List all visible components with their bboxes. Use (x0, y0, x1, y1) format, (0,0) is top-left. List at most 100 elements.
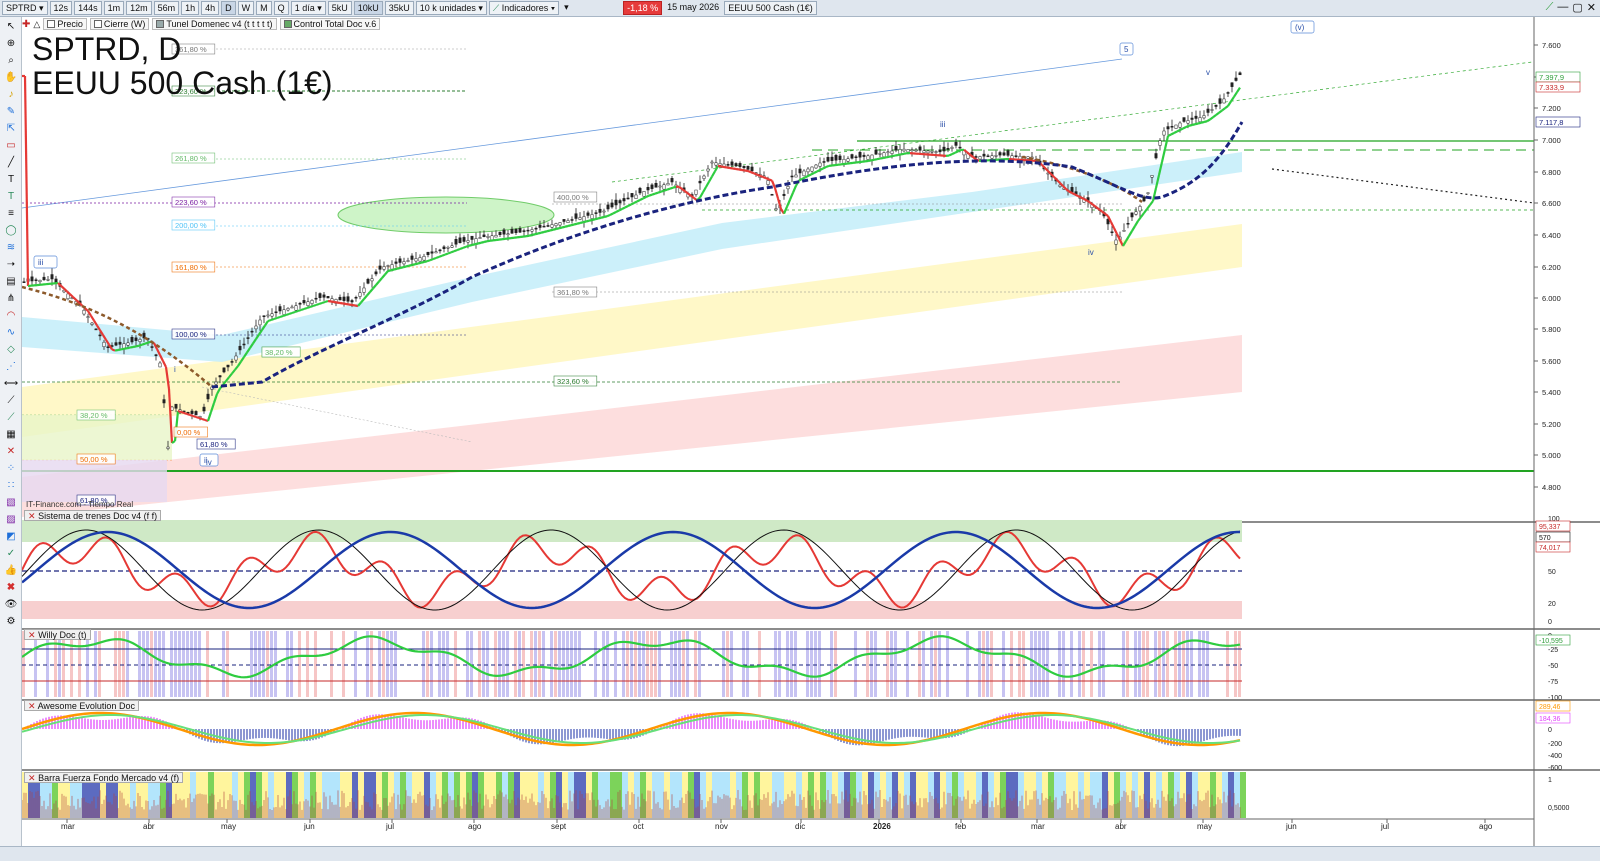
zoom-icon[interactable]: ⊕ (3, 37, 19, 51)
fast-ma (432, 256, 437, 261)
channel-icon[interactable]: ≋ (3, 241, 19, 255)
panel-title-awesome[interactable]: ✕ Awesome Evolution Doc (24, 700, 139, 711)
barra-bar (1102, 772, 1108, 818)
candle-body (414, 258, 418, 262)
bell-icon[interactable]: ♪ (3, 88, 19, 102)
unit-35k[interactable]: 35kU (384, 1, 414, 15)
fast-ma (714, 165, 719, 172)
curve-icon[interactable]: ∿ (3, 326, 19, 340)
fast-ma (747, 169, 752, 174)
arc-icon[interactable]: ◠ (3, 309, 19, 323)
fast-ma (393, 267, 398, 271)
measure-icon[interactable]: ⟷ (3, 377, 19, 391)
magnify-icon[interactable]: ⌕ (3, 54, 19, 68)
unit-select[interactable]: 10 k unidades ▾ (415, 1, 487, 15)
shape-icon[interactable]: ◇ (3, 343, 19, 357)
candle-body (1186, 120, 1190, 124)
candle-body (338, 296, 342, 301)
fib-label: 100,00 % (171, 328, 216, 340)
dots-icon[interactable]: ∷ (3, 479, 19, 493)
select-icon[interactable]: ⇱ (3, 122, 19, 136)
settings-icon[interactable]: ⚙ (3, 615, 19, 629)
fast-ma (776, 198, 783, 210)
green-trendline (611, 61, 1533, 183)
fast-ma (387, 269, 392, 273)
fast-ma (768, 178, 773, 182)
style-select[interactable]: ▾ (561, 1, 621, 15)
tf-m[interactable]: M (256, 1, 272, 15)
fill2-icon[interactable]: ▨ (3, 513, 19, 527)
willy-bar (506, 631, 509, 697)
chart-area[interactable]: 361,80 %323,60 %261,80 %223,60 %200,00 %… (22, 17, 1600, 846)
line-icon[interactable]: ╱ (3, 156, 19, 170)
candle-body (610, 202, 614, 208)
maximize-icon[interactable]: ▢ (1572, 1, 1582, 14)
trend-icon[interactable]: ⟋ (3, 394, 19, 408)
wave-label: iv (206, 458, 212, 467)
candle-body (506, 233, 510, 235)
fib-icon[interactable]: ≡ (3, 207, 19, 221)
period-select[interactable]: 1 día ▾ (290, 1, 326, 15)
thumb-icon[interactable]: 👍 (3, 564, 19, 578)
fast-ma (273, 316, 278, 321)
fill-icon[interactable]: ▧ (3, 496, 19, 510)
tf-q[interactable]: Q (273, 1, 289, 15)
cross-icon[interactable]: ✕ (3, 445, 19, 459)
barra-bar (922, 772, 928, 818)
pitchfork-icon[interactable]: ⋔ (3, 292, 19, 306)
close-icon[interactable]: ✕ (1587, 1, 1596, 14)
chart-type-icon[interactable]: ⟋ (1546, 1, 1554, 14)
tf-56m[interactable]: 56m (153, 1, 180, 15)
hand-icon[interactable]: ✋ (3, 71, 19, 85)
barra-bar (1204, 772, 1210, 818)
tf-d[interactable]: D (221, 1, 236, 15)
minimize-icon[interactable]: — (1557, 1, 1568, 14)
tf-w[interactable]: W (237, 1, 255, 15)
tf-4h[interactable]: 4h (201, 1, 220, 15)
barra-bar (1006, 772, 1012, 818)
panel-title-trenes[interactable]: ✕ Sistema de trenes Doc v4 (f f) (24, 510, 162, 521)
arrow-icon[interactable]: ➝ (3, 258, 19, 272)
barra-bar (748, 772, 754, 818)
indicators-button[interactable]: ⟋ Indicadores ▾ (488, 1, 560, 15)
delete-icon[interactable]: ✖ (3, 581, 19, 595)
tf-12m[interactable]: 12m (126, 1, 152, 15)
pen-icon[interactable]: ✎ (3, 105, 19, 119)
willy-bar (810, 631, 813, 697)
willy-bar (1226, 631, 1229, 697)
barra-bar (718, 772, 724, 818)
fib-label: 38,20 % (76, 409, 116, 421)
hide-icon[interactable]: 👁 (3, 598, 19, 612)
unit-5k[interactable]: 5kU (327, 1, 352, 15)
panel-title-barra[interactable]: ✕ Barra Fuerza Fondo Mercado v4 (f) (24, 772, 184, 783)
tf-1h[interactable]: 1h (181, 1, 200, 15)
trend2-icon[interactable]: ⟋ (3, 411, 19, 425)
panel-title-willy[interactable]: ✕ Willy Doc (t) (24, 629, 91, 640)
candle-body (350, 300, 354, 303)
unit-10k[interactable]: 10kU (353, 1, 383, 15)
svg-text:nov: nov (715, 822, 728, 831)
fast-ma (423, 260, 428, 264)
tf-144s[interactable]: 144s (74, 1, 102, 15)
barra-bar (754, 772, 760, 818)
symbol-select[interactable]: SPTRD ▾ (2, 1, 48, 15)
fast-ma (750, 171, 755, 175)
time-tick: sept (551, 819, 567, 831)
cursor-icon[interactable]: ↖ (3, 20, 19, 34)
text-alt-icon[interactable]: T (3, 190, 19, 204)
barra-bar (1108, 772, 1114, 818)
rect-icon[interactable]: ▭ (3, 139, 19, 153)
markers-icon[interactable]: ⁘ (3, 462, 19, 476)
ruler-icon[interactable]: ▤ (3, 275, 19, 289)
ellipse-icon[interactable]: ◯ (3, 224, 19, 238)
tf-1m[interactable]: 1m (103, 1, 125, 15)
wave-icon[interactable]: ⋰ (3, 360, 19, 374)
gradient-icon[interactable]: ◩ (3, 530, 19, 544)
svg-text:ago: ago (1479, 822, 1493, 831)
fast-ma (471, 243, 476, 247)
text-icon[interactable]: T (3, 173, 19, 187)
tf-12s[interactable]: 12s (49, 1, 73, 15)
willy-bar (1018, 631, 1021, 697)
check-icon[interactable]: ✓ (3, 547, 19, 561)
grid-icon[interactable]: ▦ (3, 428, 19, 442)
